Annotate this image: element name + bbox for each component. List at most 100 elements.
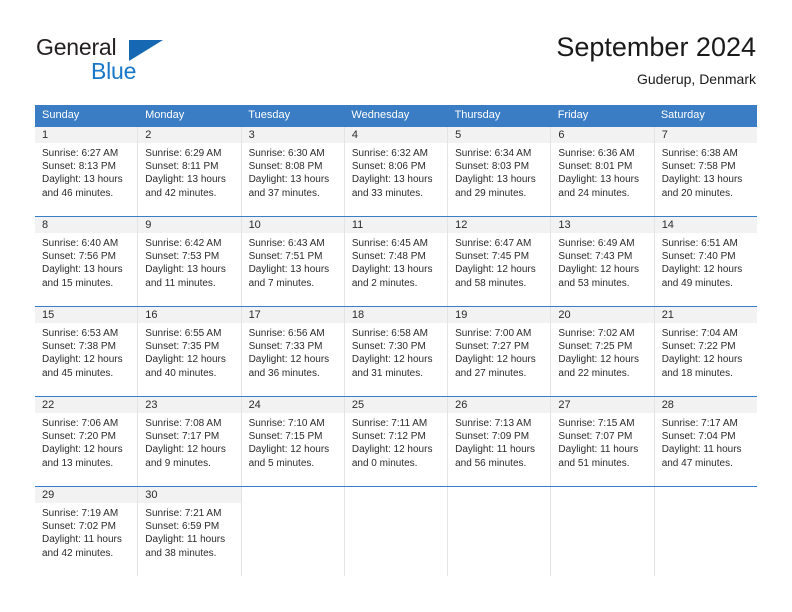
- calendar-day-cell[interactable]: 6 Sunrise: 6:36 AM Sunset: 8:01 PM Daylight…: [551, 127, 655, 216]
- sunrise-line: Sunrise: 7:00 AM: [455, 328, 532, 339]
- calendar-day-cell[interactable]: 17 Sunrise: 6:56 AM Sunset: 7:33 PM Dayligh…: [241, 307, 345, 396]
- sunset-line: Sunset: 7:27 PM: [455, 341, 530, 353]
- sunset-line: Sunset: 6:59 PM: [145, 521, 220, 533]
- sunset-line: Sunset: 8:03 PM: [455, 161, 530, 173]
- calendar-day-cell[interactable]: 26 Sunrise: 7:13 AM Sunset: 7:09 PM Dayligh…: [448, 397, 552, 486]
- day-number-band: 29: [35, 487, 138, 503]
- sunrise-line: Sunrise: 6:53 AM: [42, 328, 119, 339]
- calendar-day-cell-empty: [241, 487, 345, 576]
- sunrise-line: Sunrise: 7:10 AM: [248, 418, 325, 429]
- sunrise-line: Sunrise: 6:32 AM: [351, 148, 428, 159]
- calendar-day-cell[interactable]: 29 Sunrise: 7:19 AM Sunset: 7:02 PM Dayligh…: [35, 487, 139, 576]
- day-number: 5: [455, 129, 462, 141]
- day-details: Sunrise: 7:11 AM Sunset: 7:12 PM Daylight:…: [345, 413, 447, 470]
- day-number-band: 2: [138, 127, 241, 143]
- calendar-day-cell[interactable]: 8 Sunrise: 6:40 AM Sunset: 7:56 PM Daylight…: [35, 217, 139, 306]
- calendar-day-cell[interactable]: 13 Sunrise: 6:49 AM Sunset: 7:43 PM Dayligh…: [551, 217, 655, 306]
- day-number-band: 7: [654, 127, 757, 143]
- sunrise-line: Sunrise: 7:19 AM: [42, 508, 119, 519]
- daylight-line-2: and 42 minutes.: [145, 187, 217, 199]
- day-details: Sunrise: 7:17 AM Sunset: 7:04 PM Daylight:…: [655, 413, 757, 470]
- calendar-page: General Blue September 2024 Guderup, Den…: [0, 0, 792, 612]
- calendar-day-cell[interactable]: 1 Sunrise: 6:27 AM Sunset: 8:13 PM Daylight…: [35, 127, 139, 216]
- day-details: Sunrise: 6:36 AM Sunset: 8:01 PM Daylight:…: [551, 143, 653, 200]
- daylight-line: Daylight: 12 hours: [42, 354, 123, 366]
- day-number: 13: [558, 219, 571, 231]
- day-number: 6: [558, 129, 565, 141]
- day-number: 12: [455, 219, 468, 231]
- day-details: Sunrise: 7:15 AM Sunset: 7:07 PM Daylight:…: [551, 413, 653, 470]
- daylight-line: Daylight: 12 hours: [145, 354, 226, 366]
- calendar-day-cell[interactable]: 19 Sunrise: 7:00 AM Sunset: 7:27 PM Dayligh…: [448, 307, 552, 396]
- calendar-day-cell[interactable]: 11 Sunrise: 6:45 AM Sunset: 7:48 PM Dayligh…: [344, 217, 449, 306]
- day-number: 20: [558, 309, 571, 321]
- sunrise-line: Sunrise: 6:38 AM: [661, 148, 738, 159]
- calendar-day-cell[interactable]: 9 Sunrise: 6:42 AM Sunset: 7:53 PM Daylight…: [138, 217, 242, 306]
- calendar-day-cell[interactable]: 15 Sunrise: 6:53 AM Sunset: 7:38 PM Dayligh…: [35, 307, 139, 396]
- calendar-day-cell[interactable]: 16 Sunrise: 6:55 AM Sunset: 7:35 PM Dayligh…: [138, 307, 242, 396]
- day-details: Sunrise: 6:30 AM Sunset: 8:08 PM Daylight:…: [242, 143, 344, 200]
- calendar-day-cell[interactable]: 24 Sunrise: 7:10 AM Sunset: 7:15 PM Dayligh…: [241, 397, 345, 486]
- calendar-day-cell[interactable]: 14 Sunrise: 6:51 AM Sunset: 7:40 PM Dayligh…: [654, 217, 757, 306]
- calendar-day-cell[interactable]: 23 Sunrise: 7:08 AM Sunset: 7:17 PM Dayligh…: [138, 397, 242, 486]
- day-number: 24: [248, 399, 261, 411]
- daylight-line-2: and 24 minutes.: [558, 187, 630, 199]
- daylight-line-2: and 11 minutes.: [145, 277, 216, 289]
- sunrise-line: Sunrise: 6:47 AM: [455, 238, 532, 249]
- logo-text-blue: Blue: [91, 58, 137, 84]
- calendar-day-cell[interactable]: 28 Sunrise: 7:17 AM Sunset: 7:04 PM Dayligh…: [654, 397, 757, 486]
- daylight-line: Daylight: 13 hours: [145, 264, 226, 276]
- day-number: 10: [248, 219, 261, 231]
- day-header-tuesday: Tuesday: [248, 109, 291, 121]
- daylight-line-2: and 58 minutes.: [455, 277, 527, 289]
- day-number-band: 19: [448, 307, 551, 323]
- day-number: 17: [248, 309, 261, 321]
- calendar-day-cell[interactable]: 4 Sunrise: 6:32 AM Sunset: 8:06 PM Daylight…: [344, 127, 449, 216]
- day-number-band: 26: [448, 397, 551, 413]
- daylight-line-2: and 20 minutes.: [661, 187, 733, 199]
- sunset-line: Sunset: 7:04 PM: [661, 431, 736, 443]
- calendar-day-cell[interactable]: 30 Sunrise: 7:21 AM Sunset: 6:59 PM Dayligh…: [138, 487, 242, 576]
- day-number: 19: [455, 309, 468, 321]
- daylight-line: Daylight: 13 hours: [558, 174, 640, 186]
- daylight-line-2: and 47 minutes.: [661, 457, 733, 469]
- calendar-day-cell[interactable]: 18 Sunrise: 6:58 AM Sunset: 7:30 PM Dayligh…: [344, 307, 449, 396]
- day-details: Sunrise: 7:19 AM Sunset: 7:02 PM Daylight:…: [35, 503, 137, 560]
- day-number: 29: [42, 489, 55, 501]
- general-blue-logo[interactable]: General Blue: [36, 34, 216, 86]
- sunset-line: Sunset: 7:30 PM: [351, 341, 426, 353]
- daylight-line-2: and 29 minutes.: [455, 187, 527, 199]
- calendar-day-cell[interactable]: 27 Sunrise: 7:15 AM Sunset: 7:07 PM Dayligh…: [551, 397, 655, 486]
- page-header: General Blue September 2024 Guderup, Den…: [0, 0, 792, 100]
- daylight-line-2: and 5 minutes.: [248, 457, 315, 469]
- sunrise-line: Sunrise: 6:27 AM: [42, 148, 119, 159]
- calendar-day-cell[interactable]: 25 Sunrise: 7:11 AM Sunset: 7:12 PM Dayligh…: [344, 397, 449, 486]
- daylight-line: Daylight: 12 hours: [661, 264, 743, 276]
- sunset-line: Sunset: 7:25 PM: [558, 341, 633, 353]
- day-number: 1: [42, 129, 49, 141]
- day-details: Sunrise: 6:55 AM Sunset: 7:35 PM Daylight:…: [138, 323, 240, 380]
- daylight-line-2: and 9 minutes.: [145, 457, 211, 469]
- calendar-day-cell[interactable]: 20 Sunrise: 7:02 AM Sunset: 7:25 PM Dayligh…: [551, 307, 655, 396]
- calendar-day-cell[interactable]: 21 Sunrise: 7:04 AM Sunset: 7:22 PM Dayligh…: [654, 307, 757, 396]
- day-number-band: 13: [551, 217, 654, 233]
- day-number-band: 9: [138, 217, 241, 233]
- day-number: 8: [42, 219, 49, 231]
- calendar-day-cell-empty: [344, 487, 449, 576]
- calendar-day-cell[interactable]: 22 Sunrise: 7:06 AM Sunset: 7:20 PM Dayligh…: [35, 397, 139, 486]
- daylight-line-2: and 45 minutes.: [42, 367, 114, 379]
- day-number-band: 4: [344, 127, 448, 143]
- sunset-line: Sunset: 7:53 PM: [145, 251, 220, 263]
- calendar-day-cell[interactable]: 3 Sunrise: 6:30 AM Sunset: 8:08 PM Daylight…: [241, 127, 345, 216]
- calendar-week-row: 8 Sunrise: 6:40 AM Sunset: 7:56 PM Daylight…: [35, 216, 757, 306]
- day-number-band: 28: [654, 397, 757, 413]
- calendar-day-cell[interactable]: 12 Sunrise: 6:47 AM Sunset: 7:45 PM Dayligh…: [448, 217, 552, 306]
- calendar-day-cell[interactable]: 5 Sunrise: 6:34 AM Sunset: 8:03 PM Daylight…: [448, 127, 552, 216]
- calendar-day-cell[interactable]: 2 Sunrise: 6:29 AM Sunset: 8:11 PM Daylight…: [138, 127, 242, 216]
- calendar-day-cell[interactable]: 10 Sunrise: 6:43 AM Sunset: 7:51 PM Dayligh…: [241, 217, 345, 306]
- day-number: 11: [351, 219, 364, 231]
- calendar-day-cell[interactable]: 7 Sunrise: 6:38 AM Sunset: 7:58 PM Daylight…: [654, 127, 757, 216]
- day-number: 25: [351, 399, 365, 411]
- calendar-week-row: 29 Sunrise: 7:19 AM Sunset: 7:02 PM Dayligh…: [35, 486, 757, 576]
- daylight-line: Daylight: 12 hours: [558, 354, 640, 366]
